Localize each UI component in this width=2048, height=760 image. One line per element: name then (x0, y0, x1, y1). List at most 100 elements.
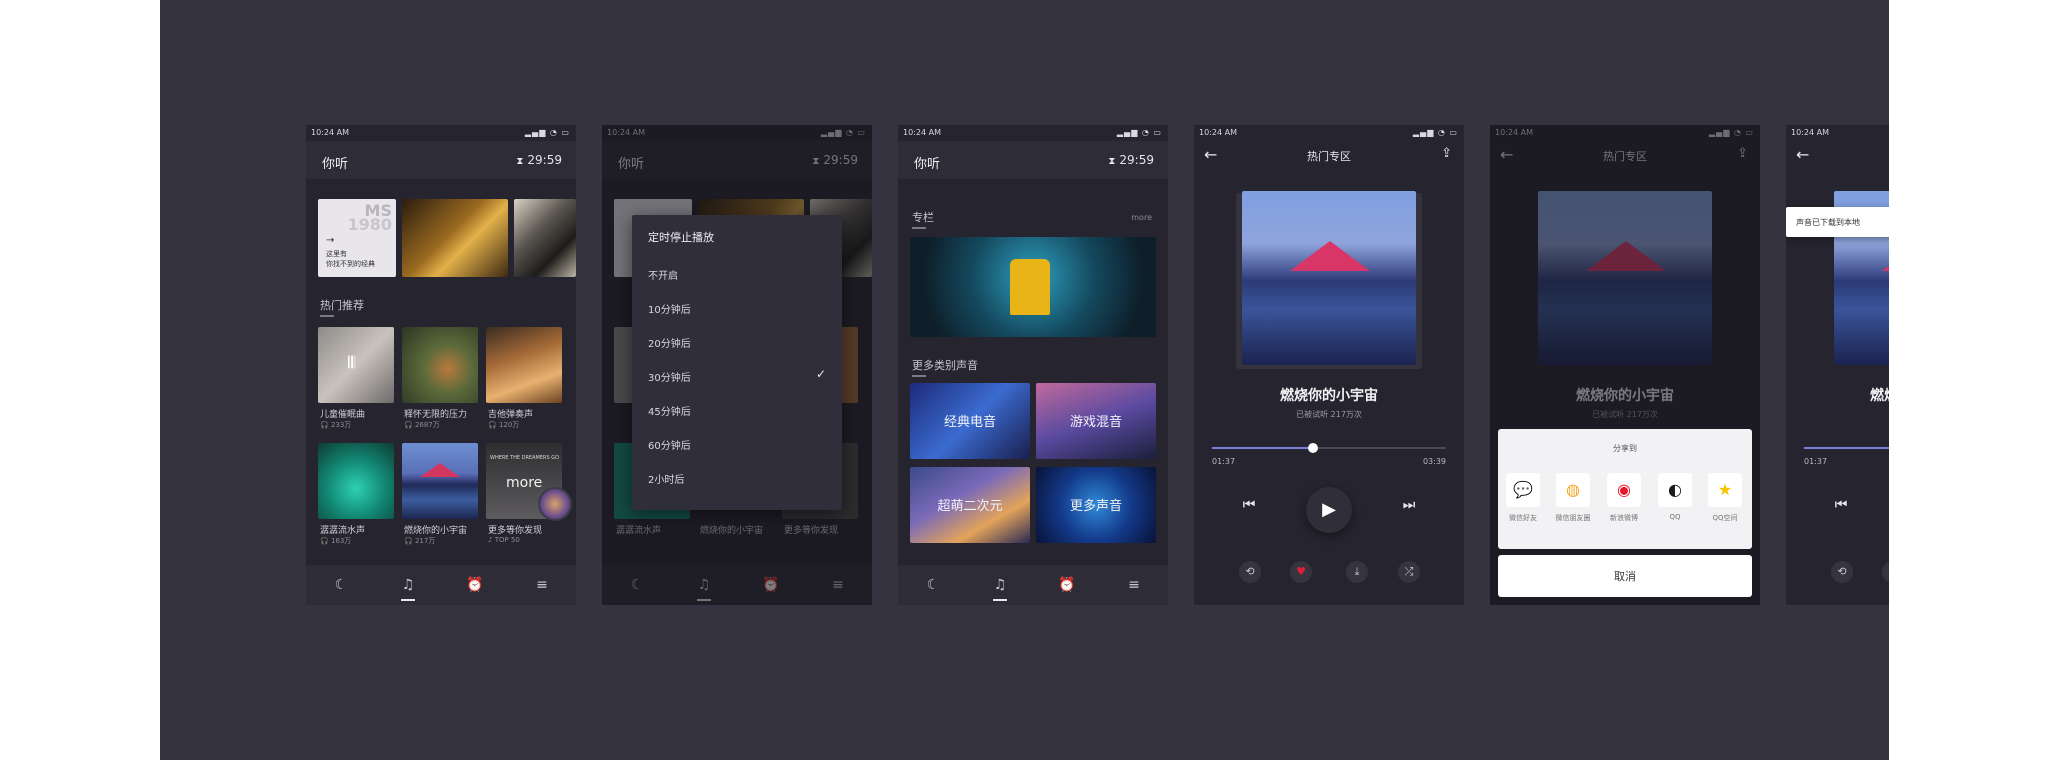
timer-value: 29:59 (527, 153, 562, 167)
share-icon[interactable]: ⇪ (1441, 146, 1452, 161)
status-icons: ▂▄▆ ◔ ▭ (524, 128, 570, 137)
timer-option-selected[interactable]: 30分钟后 (648, 369, 691, 384)
category-card[interactable]: 更多声音 (1036, 467, 1156, 543)
heart-icon[interactable]: ♥ (1290, 561, 1312, 583)
wechat-icon[interactable]: 💬 (1506, 473, 1540, 507)
play-count: 已被试听 217万次 (1296, 410, 1362, 419)
timer-option[interactable]: 10分钟后 (648, 301, 691, 316)
banner-line-1: 这里有 (326, 250, 347, 258)
share-label: 微信朋友圈 (1555, 514, 1591, 522)
moments-icon[interactable]: ◍ (1556, 473, 1590, 507)
category-card[interactable]: 游戏混音 (1036, 383, 1156, 459)
timer-option[interactable]: 60分钟后 (648, 437, 691, 452)
app-bar: 你听 ⧗29:59 (898, 141, 1168, 179)
progress-track[interactable] (1212, 443, 1446, 453)
share-title: 分享到 (1613, 444, 1637, 453)
play-button[interactable]: ▶ (1306, 487, 1352, 533)
timer-option[interactable]: 20分钟后 (648, 335, 691, 350)
heart-icon[interactable]: ♥ (1882, 561, 1889, 583)
screen-categories: 10:24 AM ▂▄▆ ◔ ▭ 你听 ⧗ 29:59 专栏 more 更多类别声… (898, 125, 1168, 605)
featured-banner[interactable] (910, 237, 1156, 337)
tab-music-icon[interactable]: ♫ (393, 573, 423, 601)
banner-line-2: 你找不到的经典 (326, 260, 375, 268)
tab-menu-icon[interactable]: ≡ (527, 573, 557, 597)
song-title: 燃烧你的小宇宙 (1280, 388, 1378, 404)
screen-timer-menu: 10:24 AM ▂▄▆ ◔ ▭ 你听 ⧗29:59 潺潺流水声 燃烧你的小宇宙… (602, 125, 872, 605)
tile-guitar[interactable] (486, 327, 562, 403)
tab-bar: ☾ ♫ ⏰ ≡ (898, 565, 1168, 605)
timer-option[interactable]: 45分钟后 (648, 403, 691, 418)
status-time: 10:24 AM (1199, 128, 1237, 137)
status-icons: ▂▄▆ ◔ ▭ (1412, 128, 1458, 137)
showcase-board: 10:24 AM ▂▄▆ ◔ ▭ 你听 ⧗ 29:59 MS 1980 → 这里有… (160, 0, 1889, 760)
section-title-column: 专栏 (912, 211, 934, 229)
screen-download-toast: 10:24 AM ← 声音已下载到本地 燃烧你的小宇宙 01:37 ⏮ ⟲ ♥ (1786, 125, 1889, 605)
section-title-categories: 更多类别声音 (912, 359, 978, 377)
status-time: 10:24 AM (311, 128, 349, 137)
category-card[interactable]: 超萌二次元 (910, 467, 1030, 543)
qq-icon[interactable]: ◐ (1658, 473, 1692, 507)
share-label: 新浪微博 (1610, 514, 1638, 522)
timer-option[interactable]: 不开启 (648, 267, 678, 282)
banner-year: 1980 (347, 215, 392, 234)
hourglass-icon: ⧗ (1108, 156, 1116, 167)
previous-icon[interactable]: ⏮ (1234, 497, 1264, 513)
more-link[interactable]: more (1131, 213, 1152, 222)
sleep-timer[interactable]: ⧗29:59 (1108, 153, 1154, 167)
repeat-icon[interactable]: ⟲ (1239, 561, 1261, 583)
tab-menu-icon[interactable]: ≡ (1119, 573, 1149, 597)
menu-title: 定时停止播放 (648, 231, 714, 244)
check-icon: ✓ (815, 367, 826, 381)
app-bar: 你听 ⧗29:59 (306, 141, 576, 179)
tile-relax[interactable] (402, 327, 478, 403)
figure-shape (1010, 259, 1050, 315)
tile-count: 🎧 120万 (488, 421, 520, 429)
sleep-timer[interactable]: ⧗29:59 (516, 153, 562, 167)
banner-card-2[interactable] (402, 199, 508, 277)
previous-icon[interactable]: ⏮ (1826, 497, 1856, 513)
tab-sleep-moon-icon[interactable]: ☾ (326, 573, 356, 597)
tile-universe[interactable] (402, 443, 478, 519)
next-icon[interactable]: ⏭ (1394, 497, 1424, 513)
timer-value: 29:59 (1119, 153, 1154, 167)
screen-home: 10:24 AM ▂▄▆ ◔ ▭ 你听 ⧗ 29:59 MS 1980 → 这里有… (306, 125, 576, 605)
section-title-hot: 热门推荐 (320, 299, 364, 317)
tile-title: 释怀无限的压力 (404, 410, 468, 420)
tile-title: 潺潺流水声 (320, 526, 366, 536)
repeat-icon[interactable]: ⟲ (1831, 561, 1853, 583)
banner-card-3[interactable] (514, 199, 576, 277)
back-arrow-icon[interactable]: ← (1796, 145, 1809, 164)
share-sheet: 分享到 💬 微信好友 ◍ 微信朋友圈 ◉ 新浪微博 ◐ QQ ★ QQ空间 (1498, 429, 1752, 549)
duration-time: 03:39 (1422, 457, 1446, 466)
tab-sleep-moon-icon[interactable]: ☾ (918, 573, 948, 597)
banner-card-1[interactable]: MS 1980 → 这里有 你找不到的经典 (318, 199, 396, 277)
download-icon[interactable]: ⤓ (1346, 561, 1368, 583)
status-bar: 10:24 AM ▂▄▆ ◔ ▭ (1194, 125, 1464, 141)
tab-alarm-icon[interactable]: ⏰ (1052, 573, 1082, 597)
progress-fill (1212, 447, 1313, 449)
share-label: QQ空间 (1712, 514, 1738, 522)
timer-option[interactable]: 2小时后 (648, 471, 684, 486)
progress-knob[interactable] (1307, 443, 1318, 453)
hourglass-icon: ⧗ (516, 156, 524, 167)
shuffle-icon[interactable]: ⤮ (1398, 561, 1420, 583)
weibo-icon[interactable]: ◉ (1607, 473, 1641, 507)
now-playing-avatar[interactable] (538, 487, 572, 521)
elapsed-time: 01:37 (1212, 457, 1236, 466)
category-card[interactable]: 经典电音 (910, 383, 1030, 459)
tab-music-icon[interactable]: ♫ (985, 573, 1015, 601)
tile-title: 儿童催眠曲 (320, 410, 366, 420)
play-icon: ▶ (1322, 499, 1336, 520)
status-time: 10:24 AM (1791, 128, 1829, 137)
progress-track[interactable] (1804, 447, 1889, 449)
tile-lullaby[interactable]: 𝄃𝄃 (318, 327, 394, 403)
download-toast: 声音已下载到本地 (1786, 207, 1889, 237)
tab-alarm-icon[interactable]: ⏰ (460, 573, 490, 597)
tile-count: 🎧 233万 (320, 421, 352, 429)
cancel-button[interactable]: 取消 (1498, 555, 1752, 597)
status-bar: 10:24 AM ▂▄▆ ◔ ▭ (306, 125, 576, 141)
tile-stream[interactable] (318, 443, 394, 519)
screen-share: 10:24 AM ▂▄▆ ◔ ▭ ← 热门专区 ⇪ 燃烧你的小宇宙 已被试听 2… (1490, 125, 1760, 605)
status-time: 10:24 AM (903, 128, 941, 137)
qzone-icon[interactable]: ★ (1708, 473, 1742, 507)
